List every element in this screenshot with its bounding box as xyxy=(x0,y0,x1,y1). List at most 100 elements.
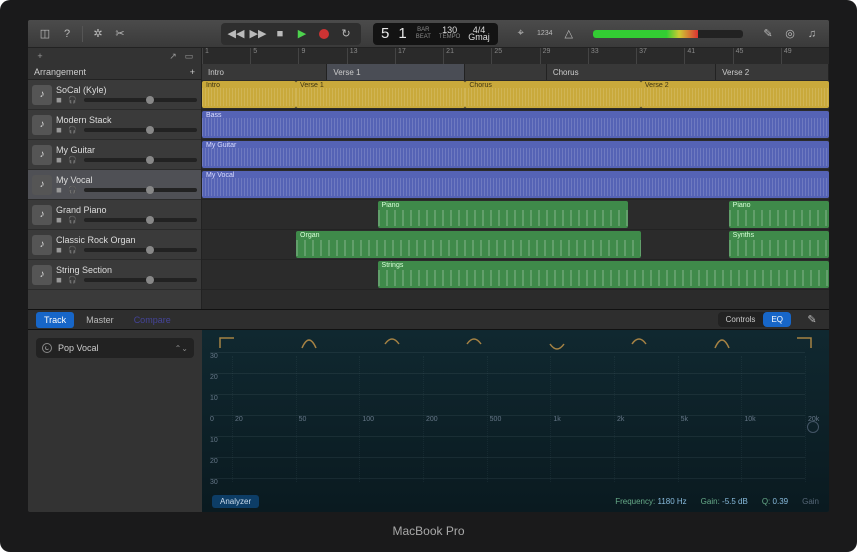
tuner-icon[interactable]: ⌖ xyxy=(512,25,530,43)
mute-button[interactable]: ◼ xyxy=(56,186,66,194)
eq-curve[interactable] xyxy=(232,356,805,512)
settings-icon[interactable]: ✲ xyxy=(89,25,107,43)
rewind-button[interactable]: ◀◀ xyxy=(225,25,247,43)
volume-slider[interactable] xyxy=(84,188,197,192)
track-header[interactable]: ♪ SoCal (Kyle) ◼ 🎧 xyxy=(28,80,201,110)
timeline[interactable]: 15913172125293337414549 IntroVerse 1Chor… xyxy=(202,48,829,309)
eq-band-3[interactable] xyxy=(383,336,401,350)
track-header[interactable]: ♪ My Vocal ◼ 🎧 xyxy=(28,170,201,200)
preset-selector[interactable]: Pop Vocal ⌃⌄ xyxy=(36,338,194,358)
eq-band-4[interactable] xyxy=(465,336,483,350)
region[interactable]: My Guitar xyxy=(202,141,829,168)
volume-slider[interactable] xyxy=(84,98,197,102)
mute-button[interactable]: ◼ xyxy=(56,156,66,164)
forward-button[interactable]: ▶▶ xyxy=(247,25,269,43)
track-header[interactable]: ♪ My Guitar ◼ 🎧 xyxy=(28,140,201,170)
region[interactable]: Piano xyxy=(378,201,629,228)
region[interactable]: Verse 1 xyxy=(296,81,465,108)
region[interactable]: Chorus xyxy=(465,81,641,108)
region[interactable]: My Vocal xyxy=(202,171,829,198)
add-track-icon[interactable]: + xyxy=(34,50,46,62)
lcd-display[interactable]: 5 1 BARBEAT 130TEMPO 4/4Gmaj xyxy=(373,23,498,45)
track-lane[interactable]: Bass xyxy=(202,110,829,140)
track-header[interactable]: ♪ Grand Piano ◼ 🎧 xyxy=(28,200,201,230)
loop-browser-icon[interactable]: ◎ xyxy=(781,25,799,43)
draw-tool-icon[interactable]: ✎ xyxy=(803,311,821,329)
mute-button[interactable]: ◼ xyxy=(56,126,66,134)
mute-button[interactable]: ◼ xyxy=(56,276,66,284)
track-lane[interactable]: My Vocal xyxy=(202,170,829,200)
notepad-icon[interactable]: ✎ xyxy=(759,25,777,43)
library-icon[interactable]: ◫ xyxy=(36,25,54,43)
track-lane[interactable]: IntroVerse 1ChorusVerse 2 xyxy=(202,80,829,110)
tempo-value[interactable]: 130 xyxy=(439,27,460,34)
arrangement-marker[interactable] xyxy=(465,64,547,80)
eq-band-8[interactable] xyxy=(795,336,813,350)
headphone-icon[interactable]: 🎧 xyxy=(68,156,78,164)
seg-controls[interactable]: Controls xyxy=(718,312,764,327)
eq-band-6[interactable] xyxy=(630,336,648,350)
record-button[interactable] xyxy=(313,25,335,43)
volume-slider[interactable] xyxy=(84,218,197,222)
volume-slider[interactable] xyxy=(84,278,197,282)
seg-eq[interactable]: EQ xyxy=(763,312,791,327)
stop-button[interactable]: ■ xyxy=(269,25,291,43)
eq-band-7[interactable] xyxy=(713,336,731,350)
cycle-button[interactable]: ↻ xyxy=(335,25,357,43)
track-view-icon[interactable]: ↗ xyxy=(167,50,179,62)
key-signature[interactable]: Gmaj xyxy=(468,34,490,41)
power-icon[interactable] xyxy=(42,343,52,353)
region[interactable]: Intro xyxy=(202,81,296,108)
eq-band-2[interactable] xyxy=(300,336,318,350)
arrangement-marker[interactable]: Intro xyxy=(202,64,327,80)
region[interactable]: Verse 2 xyxy=(641,81,829,108)
region[interactable]: Piano xyxy=(729,201,829,228)
headphone-icon[interactable]: 🎧 xyxy=(68,96,78,104)
q-value: 0.39 xyxy=(773,497,789,506)
volume-slider[interactable] xyxy=(84,248,197,252)
volume-slider[interactable] xyxy=(84,128,197,132)
track-header[interactable]: ♪ Classic Rock Organ ◼ 🎧 xyxy=(28,230,201,260)
region[interactable]: Synths xyxy=(729,231,829,258)
media-browser-icon[interactable]: ♫ xyxy=(803,25,821,43)
track-lane[interactable]: Organ Synths xyxy=(202,230,829,260)
track-lane[interactable]: Strings xyxy=(202,260,829,290)
region[interactable]: Strings xyxy=(378,261,829,288)
mute-button[interactable]: ◼ xyxy=(56,96,66,104)
track-zoom-icon[interactable]: ▭ xyxy=(183,50,195,62)
quick-help-icon[interactable]: ? xyxy=(58,25,76,43)
play-button[interactable]: ▶ xyxy=(291,25,313,43)
count-in-icon[interactable]: 1234 xyxy=(536,25,554,43)
region[interactable]: Organ xyxy=(296,231,641,258)
metronome-icon[interactable]: △ xyxy=(560,25,578,43)
track-lane[interactable]: My Guitar xyxy=(202,140,829,170)
bar-ruler[interactable]: 15913172125293337414549 xyxy=(202,48,829,64)
headphone-icon[interactable]: 🎧 xyxy=(68,216,78,224)
eq-band-1[interactable] xyxy=(218,336,236,350)
region[interactable]: Bass xyxy=(202,111,829,138)
tab-track[interactable]: Track xyxy=(36,312,74,328)
eq-display[interactable]: 302010010203020501002005001k2k5k10k20k A… xyxy=(202,330,829,512)
compare-button[interactable]: Compare xyxy=(126,312,179,328)
analyzer-button[interactable]: Analyzer xyxy=(212,495,259,508)
arrangement-marker[interactable]: Verse 2 xyxy=(716,64,829,80)
master-volume-meter[interactable] xyxy=(593,30,743,38)
headphone-icon[interactable]: 🎧 xyxy=(68,246,78,254)
tab-master[interactable]: Master xyxy=(78,312,122,328)
volume-slider[interactable] xyxy=(84,158,197,162)
track-header[interactable]: ♪ Modern Stack ◼ 🎧 xyxy=(28,110,201,140)
mute-button[interactable]: ◼ xyxy=(56,216,66,224)
editors-icon[interactable]: ✂ xyxy=(111,25,129,43)
arrangement-marker[interactable]: Verse 1 xyxy=(327,64,465,80)
track-header[interactable]: ♪ String Section ◼ 🎧 xyxy=(28,260,201,290)
arrangement-marker[interactable]: Chorus xyxy=(547,64,716,80)
eq-gain-knob[interactable] xyxy=(807,421,819,433)
headphone-icon[interactable]: 🎧 xyxy=(68,126,78,134)
add-arrangement-marker[interactable]: + xyxy=(190,67,195,77)
track-lane[interactable]: Piano Piano xyxy=(202,200,829,230)
headphone-icon[interactable]: 🎧 xyxy=(68,276,78,284)
eq-band-5[interactable] xyxy=(548,336,566,350)
mute-button[interactable]: ◼ xyxy=(56,246,66,254)
headphone-icon[interactable]: 🎧 xyxy=(68,186,78,194)
position-bar: 5 xyxy=(381,25,390,42)
